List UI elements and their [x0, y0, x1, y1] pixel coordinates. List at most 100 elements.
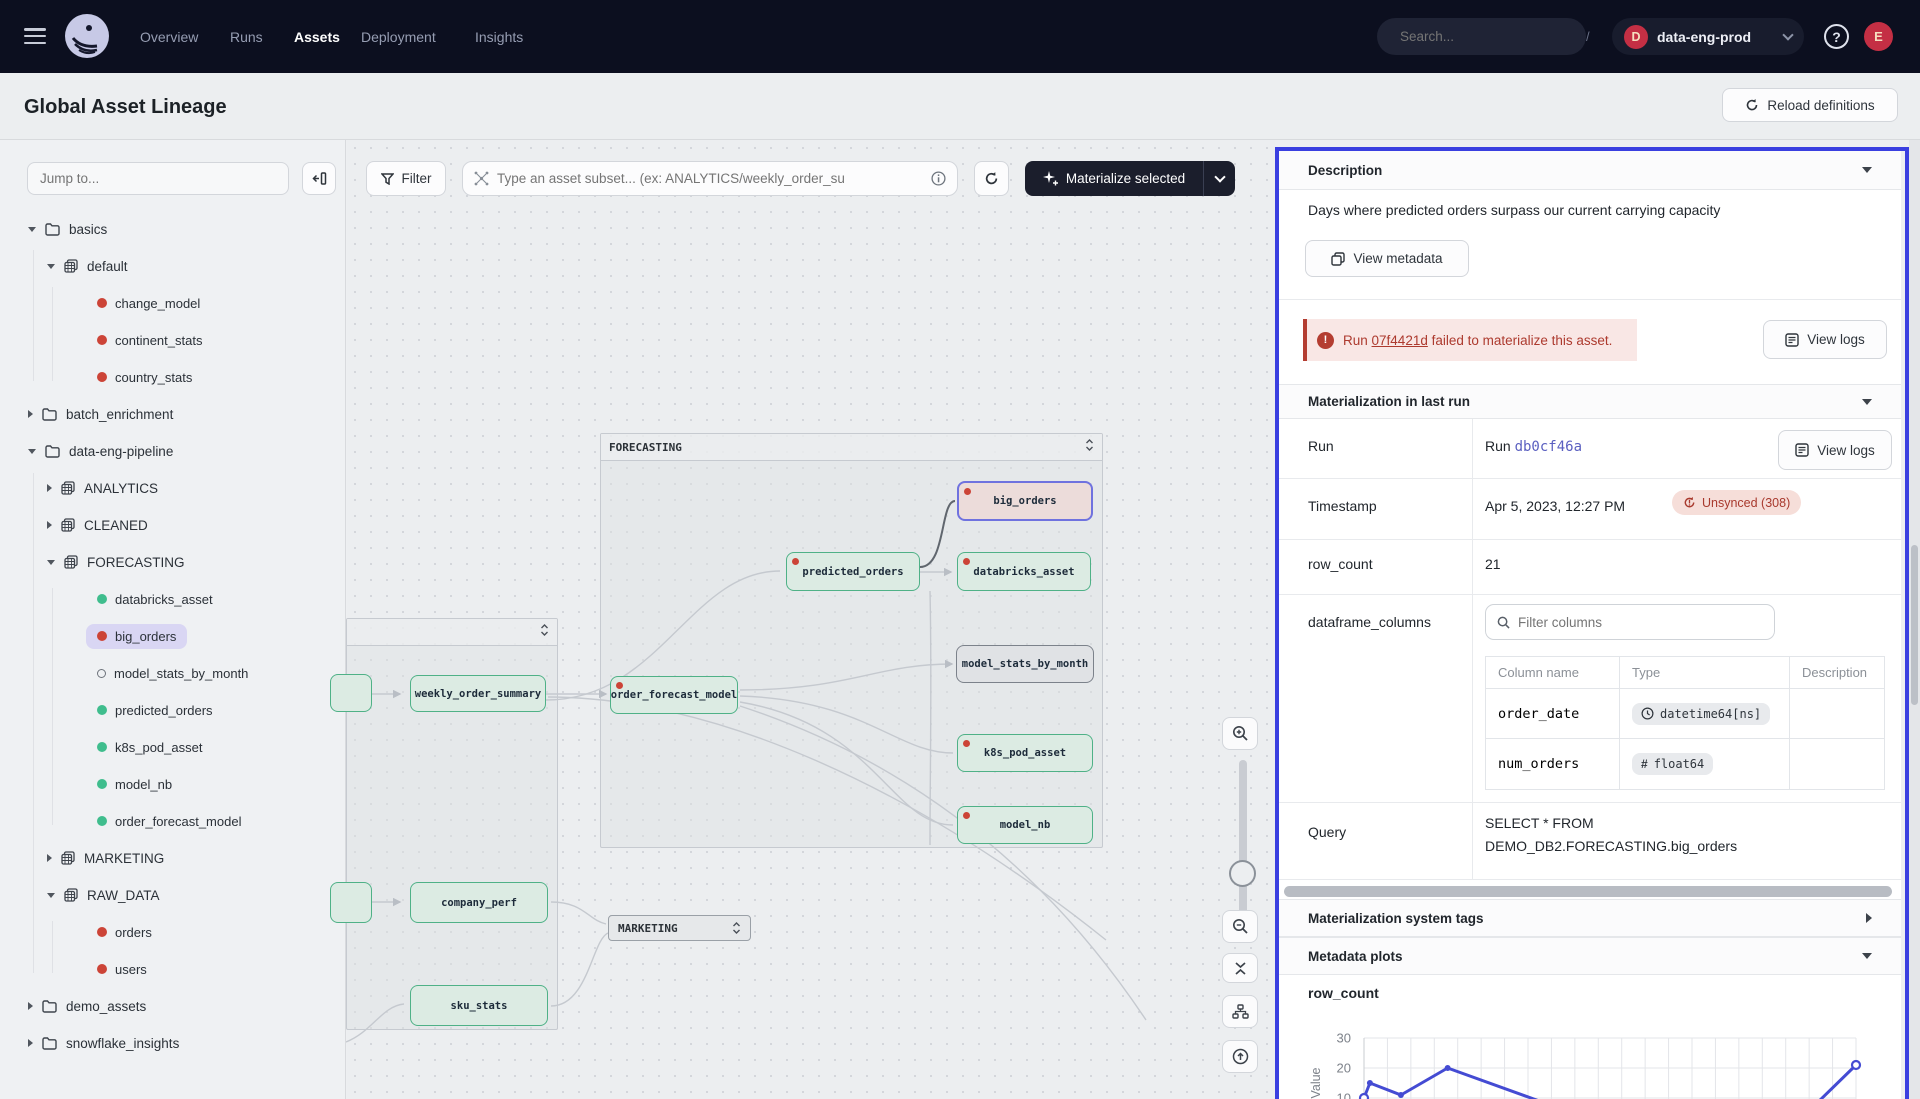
collapse-groups-button[interactable] [1222, 953, 1258, 983]
asset-node-clipped[interactable] [330, 882, 372, 923]
collapsed-group-MARKETING[interactable]: MARKETING [608, 915, 751, 941]
folder-icon [42, 408, 57, 421]
caret-down-icon[interactable] [28, 449, 36, 454]
run-id-link[interactable]: db0cf46a [1515, 439, 1582, 455]
layout-graph-button[interactable] [1222, 995, 1258, 1028]
info-icon[interactable] [931, 171, 946, 186]
tree-item-demo_assets[interactable]: demo_assets [0, 991, 146, 1021]
tree-item-FORECASTING[interactable]: FORECASTING [0, 547, 185, 577]
page-scrollbar-thumb[interactable] [1911, 545, 1918, 705]
global-search[interactable]: / [1377, 18, 1586, 55]
filter-columns-input[interactable] [1518, 615, 1763, 630]
filter-button[interactable]: Filter [366, 161, 446, 196]
asset-node-model_nb[interactable]: model_nb [957, 806, 1093, 844]
nav-item-runs[interactable]: Runs [230, 0, 263, 73]
view-logs-button-2[interactable]: View logs [1778, 430, 1892, 470]
asset-node-weekly_order_summary[interactable]: weekly_order_summary [410, 675, 546, 712]
asset-node-predicted_orders[interactable]: predicted_orders [786, 552, 920, 591]
collapse-sidebar-button[interactable] [302, 162, 336, 195]
caret-down-icon[interactable] [47, 264, 55, 269]
asset-node-sku_stats[interactable]: sku_stats [410, 985, 548, 1026]
tree-item-model_stats_by_month[interactable]: model_stats_by_month [0, 658, 259, 688]
section-description[interactable]: Description [1279, 151, 1901, 190]
tree-item-country_stats[interactable]: country_stats [0, 362, 203, 392]
tree-item-label: predicted_orders [115, 703, 213, 718]
tree-item-batch_enrichment[interactable]: batch_enrichment [0, 399, 173, 429]
asset-subset-filter[interactable] [462, 161, 958, 196]
materialize-selected-button[interactable]: Materialize selected [1025, 161, 1235, 196]
recenter-button[interactable] [1222, 1040, 1258, 1073]
tree-item-label: RAW_DATA [87, 888, 160, 903]
caret-down-icon[interactable] [47, 560, 55, 565]
timestamp-row-label: Timestamp [1308, 498, 1377, 514]
caret-right-icon[interactable] [28, 1002, 33, 1010]
tree-item-change_model[interactable]: change_model [0, 288, 211, 318]
caret-right-icon[interactable] [28, 410, 33, 418]
user-avatar[interactable]: E [1864, 22, 1893, 51]
tree-item-orders[interactable]: orders [0, 917, 163, 947]
tree-item-big_orders[interactable]: big_orders [0, 621, 187, 651]
materialize-options-button[interactable] [1203, 161, 1235, 196]
view-logs-button[interactable]: View logs [1763, 320, 1887, 359]
asset-node-label: order_forecast_model [611, 689, 737, 701]
horizontal-scrollbar[interactable] [1284, 886, 1892, 897]
tree-item-default[interactable]: default [0, 251, 128, 281]
zoom-out-button[interactable] [1222, 910, 1258, 943]
hamburger-menu-icon[interactable] [24, 28, 46, 44]
section-materialization[interactable]: Materialization in last run [1279, 384, 1901, 419]
svg-text:Value: Value [1309, 1067, 1323, 1098]
zoom-slider-handle[interactable] [1229, 860, 1256, 887]
asset-node-databricks_asset[interactable]: databricks_asset [957, 552, 1091, 591]
tree-item-label: k8s_pod_asset [115, 740, 202, 755]
column-description-cell [1790, 689, 1884, 738]
zoom-slider-track[interactable] [1239, 760, 1247, 930]
tree-item-users[interactable]: users [0, 954, 158, 984]
group-icon [64, 555, 78, 569]
section-system-tags[interactable]: Materialization system tags [1279, 899, 1901, 937]
deployment-switcher[interactable]: D data-eng-prod [1612, 18, 1804, 55]
nav-item-overview[interactable]: Overview [140, 0, 198, 73]
tree-item-basics[interactable]: basics [0, 214, 107, 244]
caret-right-icon[interactable] [28, 1039, 33, 1047]
asset-node-company_perf[interactable]: company_perf [410, 882, 548, 923]
tree-item-RAW_DATA[interactable]: RAW_DATA [0, 880, 160, 910]
asset-node-order_forecast_model[interactable]: order_forecast_model [610, 676, 738, 714]
tree-item-model_nb[interactable]: model_nb [0, 769, 183, 799]
caret-right-icon[interactable] [47, 484, 52, 492]
search-input[interactable] [1400, 29, 1577, 44]
section-metadata-plots[interactable]: Metadata plots [1279, 937, 1901, 975]
view-metadata-button[interactable]: View metadata [1305, 240, 1469, 277]
failed-run-link[interactable]: 07f4421d [1372, 333, 1428, 348]
tree-item-CLEANED[interactable]: CLEANED [0, 510, 148, 540]
dataframe-columns-label: dataframe_columns [1308, 614, 1431, 630]
dagster-logo[interactable] [63, 12, 111, 65]
help-button[interactable]: ? [1824, 24, 1849, 49]
asset-node-clipped[interactable] [330, 674, 372, 712]
unsynced-badge[interactable]: Unsynced (308) [1672, 490, 1801, 515]
expand-collapse-icon[interactable] [540, 623, 549, 641]
asset-node-k8s_pod_asset[interactable]: k8s_pod_asset [957, 734, 1093, 772]
caret-down-icon[interactable] [28, 227, 36, 232]
tree-pill: predicted_orders [86, 698, 224, 723]
nav-item-deployment[interactable]: Deployment [361, 0, 436, 73]
caret-right-icon[interactable] [47, 521, 52, 529]
caret-right-icon[interactable] [47, 854, 52, 862]
zoom-in-button[interactable] [1222, 717, 1258, 750]
run-row-value: Run db0cf46a [1485, 438, 1582, 455]
tree-item-ANALYTICS[interactable]: ANALYTICS [0, 473, 158, 503]
tree-item-order_forecast_model[interactable]: order_forecast_model [0, 806, 252, 836]
caret-down-icon[interactable] [47, 893, 55, 898]
expand-collapse-icon[interactable] [1085, 438, 1094, 456]
jump-to-input[interactable] [27, 162, 289, 195]
nav-item-assets[interactable]: Assets [294, 0, 340, 73]
asset-node-model_stats_by_month[interactable]: model_stats_by_month [956, 645, 1094, 683]
filter-columns-field[interactable] [1485, 604, 1775, 640]
tree-item-snowflake_insights[interactable]: snowflake_insights [0, 1028, 179, 1058]
tree-item-MARKETING[interactable]: MARKETING [0, 843, 164, 873]
reload-definitions-button[interactable]: Reload definitions [1722, 88, 1898, 122]
asset-node-big_orders[interactable]: big_orders [957, 481, 1093, 521]
refresh-graph-button[interactable] [974, 161, 1009, 196]
nav-item-insights[interactable]: Insights [475, 0, 523, 73]
tree-item-data-eng-pipeline[interactable]: data-eng-pipeline [0, 436, 173, 466]
asset-subset-input[interactable] [497, 171, 923, 186]
